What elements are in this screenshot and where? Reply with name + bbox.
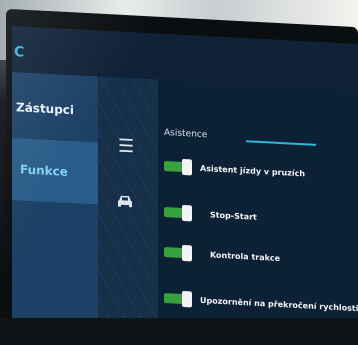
setting-label: Asistent jízdy v pruzích [200,163,306,178]
accent-line [246,140,316,146]
section-title: Asistence [164,127,208,141]
setting-label: Upozornění na překročení rychlosti [200,295,358,313]
setting-row[interactable]: Upozornění na překročení rychlosti [164,286,358,320]
setting-label: Kontrola trakce [210,249,281,263]
setting-label: Stop-Start [210,209,257,222]
settings-panel: Asistence Asistent jízdy v pruzích Stop-… [158,79,358,341]
car-icon[interactable] [116,193,134,214]
icon-column: ☰ [98,76,158,330]
toggle-switch[interactable] [164,158,192,176]
dashboard-trim [0,318,358,345]
sidebar-item-zastupci[interactable]: Zástupci [12,76,98,143]
toggle-switch[interactable] [164,244,192,262]
setting-row[interactable]: Stop-Start [164,200,257,229]
toggle-switch[interactable] [164,290,192,308]
toggle-knob [182,290,192,308]
setting-row[interactable]: Kontrola trakce [164,240,280,270]
toggle-knob [182,244,192,262]
toggle-switch[interactable] [164,204,192,222]
sidebar-item-funkce[interactable]: Funkce [12,138,98,205]
toggle-knob [182,158,192,176]
photo-scene: C Zástupci Funkce ☰ Asistence Asistent j… [0,0,358,345]
toggle-knob [182,204,192,222]
setting-row[interactable]: Asistent jízdy v pruzích [164,154,305,185]
header-partial-letter: C [14,44,25,61]
infotainment-screen: C Zástupci Funkce ☰ Asistence Asistent j… [12,26,358,341]
menu-icon[interactable]: ☰ [118,136,134,158]
